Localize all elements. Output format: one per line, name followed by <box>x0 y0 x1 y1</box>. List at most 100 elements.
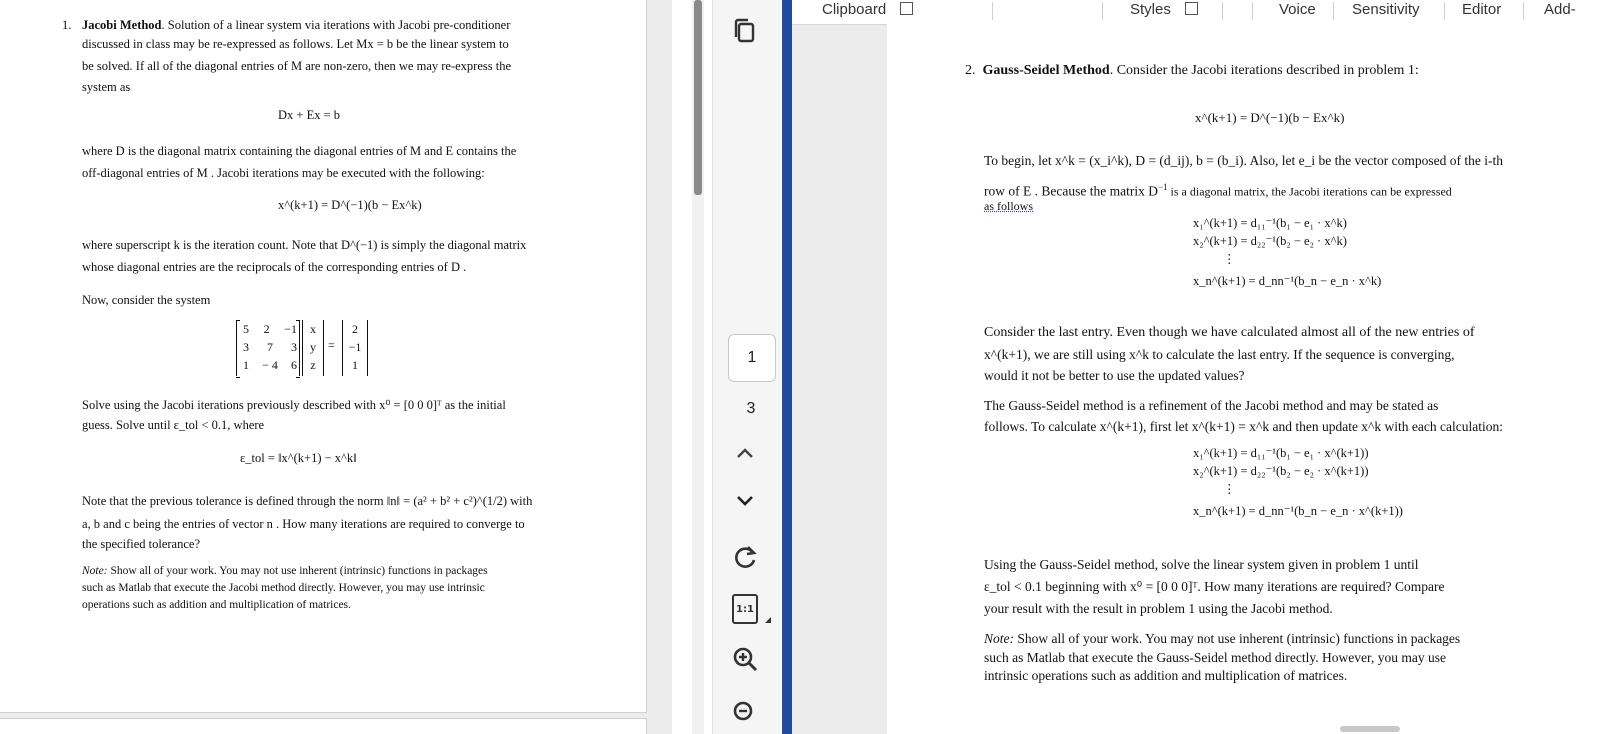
equation-line: x₂^(k+1) = d₂₂⁻¹(b₂ − e₂ · x^(k+1)) <box>1193 464 1369 478</box>
dialog-launcher-icon[interactable] <box>1184 2 1198 15</box>
current-page-input[interactable]: 1 <box>728 334 776 382</box>
text-line: Solve using the Jacobi iterations previo… <box>82 398 506 412</box>
problem-title: Jacobi Method <box>82 18 162 32</box>
text-line: the specified tolerance? <box>82 537 200 551</box>
equation-line: ⋮ <box>1223 482 1236 496</box>
equation-tolerance: ε_tol = ‖x^(k+1) − x^k‖ <box>240 451 357 465</box>
text-line: where D is the diagonal matrix containin… <box>82 144 517 158</box>
text-line: discussed in class may be re-expressed a… <box>82 37 509 51</box>
ribbon-group-editor[interactable]: Editor <box>1462 0 1501 22</box>
text-line: where superscript k is the iteration cou… <box>82 238 527 252</box>
text-line: Consider the last entry. Even though we … <box>984 325 1475 340</box>
chevron-down-icon[interactable] <box>728 484 762 518</box>
zoom-in-icon[interactable] <box>728 642 762 676</box>
actual-size-label: 1:1 <box>732 594 758 624</box>
note-label: Note: <box>984 631 1014 646</box>
note-line: operations such as addition and multipli… <box>82 599 351 611</box>
coefficient-matrix: 5 2 −1 3 7 3 1 − 4 6 <box>236 320 300 378</box>
ribbon-group-styles[interactable]: Styles <box>1130 0 1198 22</box>
left-document-pane[interactable]: 1. Jacobi Method. Solution of a linear s… <box>0 0 672 734</box>
zoom-out-icon[interactable] <box>728 696 762 730</box>
equation-line: x_n^(k+1) = d_nn⁻¹(b_n − e_n · x^k) <box>1193 274 1382 288</box>
ribbon-group-labels: Clipboard Styles Voice Sensitivity Edito… <box>792 0 1619 25</box>
note-line: Note: Show all of your work. You may not… <box>984 628 1460 649</box>
note-text: Show all of your work. You may not use i… <box>107 565 488 577</box>
ribbon-group-addins[interactable]: Add- <box>1544 0 1576 22</box>
text-line: off-diagonal entries of M . Jacobi itera… <box>82 166 485 180</box>
text-line: be solved. If all of the diagonal entrie… <box>82 59 512 73</box>
equation-jacobi-iteration: x^(k+1) = D^(−1)(b − Ex^k) <box>1195 110 1345 125</box>
text-line: . Consider the Jacobi iterations describ… <box>1109 63 1419 78</box>
text-line: x^(k+1), we are still using x^k to calcu… <box>984 347 1455 362</box>
word-page[interactable]: 2. Gauss-Seidel Method. Consider the Jac… <box>887 24 1619 734</box>
chevron-up-icon[interactable] <box>728 436 762 470</box>
text-line: your result with the result in problem 1… <box>984 601 1333 616</box>
ribbon-group-label: Clipboard <box>822 1 887 18</box>
text-line: follows. To calculate x^(k+1), first let… <box>984 419 1503 434</box>
problem-number: 2. <box>965 63 976 78</box>
equation-line: x₁^(k+1) = d₁₁⁻¹(b₁ − e₁ · x^(k+1)) <box>1193 446 1369 460</box>
text-line: whose diagonal entries are the reciproca… <box>82 260 467 274</box>
unknown-vector: x y z <box>302 320 324 376</box>
refresh-icon[interactable] <box>728 540 762 574</box>
problem-2-heading: 2. Gauss-Seidel Method. Consider the Jac… <box>965 60 1419 81</box>
problem-title: Gauss-Seidel Method <box>982 63 1110 78</box>
vector-cell: 1 <box>352 358 358 372</box>
vector-cell: −1 <box>348 340 362 354</box>
note-text: Show all of your work. You may not use i… <box>1014 631 1461 646</box>
equation-line: ⋮ <box>1223 252 1236 266</box>
horizontal-scrollbar-thumb[interactable] <box>1340 726 1400 732</box>
dialog-launcher-icon[interactable] <box>900 2 914 15</box>
text-line: Using the Gauss-Seidel method, solve the… <box>984 557 1419 572</box>
text-line: . Solution of a linear system via iterat… <box>161 18 511 32</box>
text-line: as follows <box>984 196 1033 217</box>
text-span: is a diagonal matrix, the Jacobi iterati… <box>1167 184 1452 199</box>
text-line: system as <box>82 80 131 94</box>
equation-line: x₁^(k+1) = d₁₁⁻¹(b₁ − e₁ · x^k) <box>1193 216 1347 230</box>
note-label: Note: <box>82 565 108 577</box>
text-line: Now, consider the system <box>82 293 211 307</box>
scrollbar-thumb[interactable] <box>694 0 702 195</box>
copy-icon[interactable] <box>728 14 762 48</box>
window-border <box>782 0 792 734</box>
actual-size-icon[interactable]: 1:1 <box>728 592 762 626</box>
note-line: Note: Show all of your work. You may not… <box>82 563 488 580</box>
gauss-seidel-component-equations: x₁^(k+1) = d₁₁⁻¹(b₁ − e₁ · x^(k+1)) x₂^(… <box>1193 444 1403 520</box>
matrix-cell: 7 <box>267 340 273 354</box>
text-line: Note that the previous tolerance is defi… <box>82 494 533 508</box>
vector-cell: x <box>310 322 316 336</box>
equation-jacobi-iteration: x^(k+1) = D^(−1)(b − Ex^k) <box>278 198 422 212</box>
total-pages-label: 3 <box>746 400 756 417</box>
note-line: such as Matlab that execute the Jacobi m… <box>82 582 485 594</box>
matrix-cell: 3 <box>243 340 249 354</box>
text-line: would it not be better to use the update… <box>984 368 1245 383</box>
matrix-equation: 5 2 −1 3 7 3 1 − 4 6 x y z = 2 −1 1 <box>236 320 376 378</box>
text-line: guess. Solve until ε_tol < 0.1, where <box>82 418 265 432</box>
matrix-cell: 1 <box>243 358 249 372</box>
jacobi-component-equations: x₁^(k+1) = d₁₁⁻¹(b₁ − e₁ · x^k) x₂^(k+1)… <box>1193 214 1381 290</box>
equation-line: x₂^(k+1) = d₂₂⁻¹(b₂ − e₂ · x^k) <box>1193 234 1347 248</box>
ribbon-group-label: Styles <box>1130 1 1171 18</box>
dropdown-indicator-icon <box>765 617 771 623</box>
text-line: ε_tol < 0.1 beginning with x⁰ = [0 0 0]ᵀ… <box>984 579 1445 594</box>
equation-dx-ex-b: Dx + Ex = b <box>278 108 341 122</box>
matrix-cell: − 4 <box>262 358 278 372</box>
pdf-page-next <box>0 718 647 734</box>
ribbon-group-clipboard[interactable]: Clipboard <box>822 0 914 22</box>
text-line: row of E . Because the matrix D−1 is a d… <box>984 182 1452 199</box>
pdf-page: 1. Jacobi Method. Solution of a linear s… <box>0 0 647 713</box>
matrix-cell: 2 <box>263 322 270 336</box>
problem-number: 1. <box>62 18 72 32</box>
rhs-vector: 2 −1 1 <box>342 320 368 376</box>
vector-cell: y <box>310 340 316 354</box>
matrix-cell: 5 <box>243 322 249 336</box>
text-line: To begin, let x^k = (x_i^k), D = (d_ij),… <box>984 153 1503 168</box>
text-line: a, b and c being the entries of vector n… <box>82 517 525 531</box>
document-margin-area <box>792 24 887 734</box>
equation-line: x_n^(k+1) = d_nn⁻¹(b_n − e_n · x^(k+1)) <box>1193 504 1403 518</box>
vector-cell: 2 <box>352 322 358 336</box>
ribbon-group-sensitivity[interactable]: Sensitivity <box>1352 0 1420 22</box>
matrix-cell: 6 <box>291 358 297 372</box>
note-line: intrinsic operations such as addition an… <box>984 668 1348 683</box>
ribbon-group-voice[interactable]: Voice <box>1279 0 1316 22</box>
